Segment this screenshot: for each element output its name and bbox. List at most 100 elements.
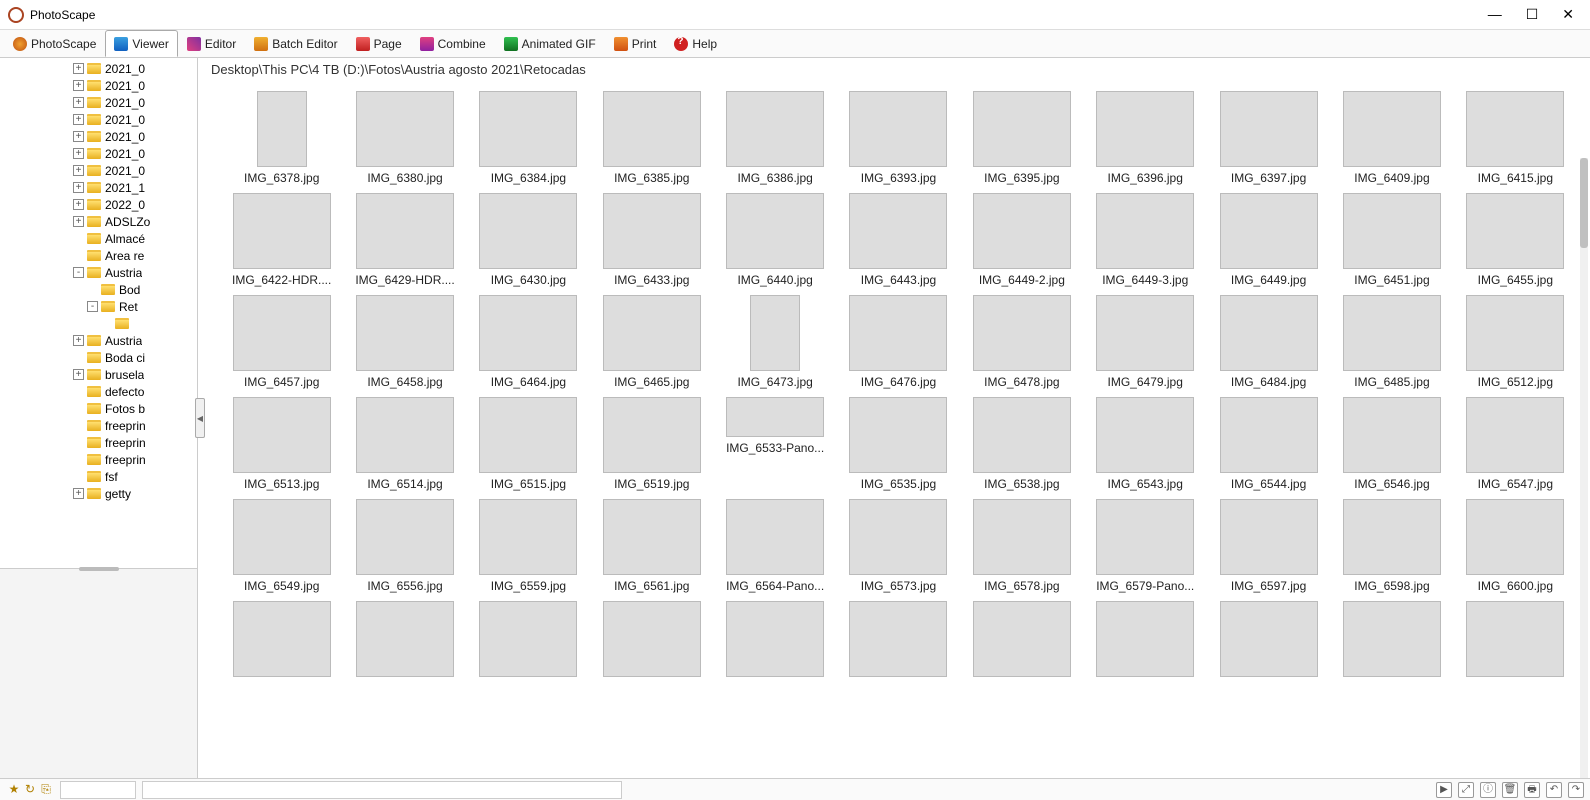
thumbnail[interactable]: IMG_6422-HDR.... [225, 193, 338, 287]
thumbnail[interactable]: IMG_6378.jpg [225, 91, 338, 185]
expand-toggle[interactable]: + [73, 216, 84, 227]
thumbnail[interactable]: IMG_6455.jpg [1459, 193, 1572, 287]
thumbnail[interactable] [965, 601, 1078, 681]
tree-item[interactable]: +Austria [0, 332, 197, 349]
tab-combine[interactable]: Combine [411, 30, 495, 57]
tree-item[interactable]: defecto [0, 383, 197, 400]
thumbnail[interactable] [1335, 601, 1448, 681]
thumbnail[interactable]: IMG_6559.jpg [472, 499, 585, 593]
tab-viewer[interactable]: Viewer [105, 30, 177, 57]
expand-toggle[interactable]: + [73, 80, 84, 91]
tree-item[interactable]: +2021_0 [0, 77, 197, 94]
expand-toggle[interactable]: + [73, 369, 84, 380]
expand-toggle[interactable]: + [73, 199, 84, 210]
tree-item[interactable]: Area re [0, 247, 197, 264]
thumbnail[interactable]: IMG_6457.jpg [225, 295, 338, 389]
thumbnail[interactable]: IMG_6473.jpg [718, 295, 831, 389]
tree-item[interactable]: Boda ci [0, 349, 197, 366]
thumbnail[interactable]: IMG_6429-HDR.... [348, 193, 461, 287]
thumbnail[interactable] [1459, 601, 1572, 681]
tree-item[interactable]: Bod [0, 281, 197, 298]
close-button[interactable]: ✕ [1562, 6, 1574, 23]
expand-toggle[interactable]: + [73, 63, 84, 74]
tree-item[interactable]: +2022_0 [0, 196, 197, 213]
thumbnail[interactable]: IMG_6449.jpg [1212, 193, 1325, 287]
thumbnail[interactable] [472, 601, 585, 681]
tree-item[interactable] [0, 315, 197, 332]
expand-toggle[interactable]: + [73, 488, 84, 499]
tab-page[interactable]: Page [347, 30, 411, 57]
expand-toggle[interactable]: + [73, 165, 84, 176]
thumbnail[interactable] [348, 601, 461, 681]
status-action-6[interactable]: ↷ [1568, 782, 1584, 798]
status-action-3[interactable]: 🗑 [1502, 782, 1518, 798]
thumbnail[interactable]: IMG_6458.jpg [348, 295, 461, 389]
thumbnail[interactable]: IMG_6538.jpg [965, 397, 1078, 491]
thumbnail[interactable]: IMG_6451.jpg [1335, 193, 1448, 287]
thumbnail[interactable]: IMG_6564-Pano... [718, 499, 831, 593]
thumbnail[interactable]: IMG_6514.jpg [348, 397, 461, 491]
thumbnail[interactable]: IMG_6579-Pano... [1089, 499, 1202, 593]
tree-item[interactable]: +2021_0 [0, 111, 197, 128]
tree-item[interactable]: +2021_0 [0, 162, 197, 179]
thumbnail[interactable]: IMG_6464.jpg [472, 295, 585, 389]
thumbnail[interactable]: IMG_6440.jpg [718, 193, 831, 287]
thumbnail[interactable]: IMG_6512.jpg [1459, 295, 1572, 389]
thumbnail[interactable]: IMG_6478.jpg [965, 295, 1078, 389]
thumbnail[interactable] [595, 601, 708, 681]
tree-item[interactable]: Almacé [0, 230, 197, 247]
tree-item[interactable]: +brusela [0, 366, 197, 383]
thumbnail[interactable]: IMG_6476.jpg [842, 295, 955, 389]
status-tool-1[interactable]: ↻ [22, 781, 38, 797]
thumbnail[interactable]: IMG_6396.jpg [1089, 91, 1202, 185]
thumbnail[interactable]: IMG_6544.jpg [1212, 397, 1325, 491]
thumbnail[interactable]: IMG_6484.jpg [1212, 295, 1325, 389]
thumbnail[interactable]: IMG_6395.jpg [965, 91, 1078, 185]
thumbnail[interactable]: IMG_6465.jpg [595, 295, 708, 389]
expand-toggle[interactable]: + [73, 335, 84, 346]
thumbnail[interactable]: IMG_6397.jpg [1212, 91, 1325, 185]
thumbnail[interactable]: IMG_6443.jpg [842, 193, 955, 287]
status-field-2[interactable] [142, 781, 622, 799]
tree-item[interactable]: fsf [0, 468, 197, 485]
thumbnail[interactable] [1212, 601, 1325, 681]
minimize-button[interactable]: — [1488, 6, 1502, 23]
thumbnail[interactable]: IMG_6449-3.jpg [1089, 193, 1202, 287]
tab-help[interactable]: Help [665, 30, 726, 57]
tab-batch-editor[interactable]: Batch Editor [245, 30, 346, 57]
thumbnail[interactable]: IMG_6479.jpg [1089, 295, 1202, 389]
thumbnail[interactable]: IMG_6485.jpg [1335, 295, 1448, 389]
expand-toggle[interactable]: + [73, 97, 84, 108]
tab-print[interactable]: Print [605, 30, 666, 57]
thumbnail[interactable]: IMG_6415.jpg [1459, 91, 1572, 185]
thumbnail[interactable] [842, 601, 955, 681]
expand-toggle[interactable]: + [73, 182, 84, 193]
tree-item[interactable]: +2021_0 [0, 60, 197, 77]
thumbnail[interactable]: IMG_6598.jpg [1335, 499, 1448, 593]
tree-item[interactable]: +getty [0, 485, 197, 502]
expand-toggle[interactable]: - [73, 267, 84, 278]
tree-item[interactable]: Fotos b [0, 400, 197, 417]
thumbnail[interactable]: IMG_6549.jpg [225, 499, 338, 593]
tree-item[interactable]: freeprin [0, 434, 197, 451]
thumbnail[interactable]: IMG_6515.jpg [472, 397, 585, 491]
thumbnail[interactable]: IMG_6597.jpg [1212, 499, 1325, 593]
expand-toggle[interactable]: - [87, 301, 98, 312]
scrollbar-thumb[interactable] [1580, 158, 1588, 248]
maximize-button[interactable]: ☐ [1526, 6, 1539, 23]
thumbnail[interactable]: IMG_6385.jpg [595, 91, 708, 185]
thumbnail[interactable]: IMG_6409.jpg [1335, 91, 1448, 185]
expand-toggle[interactable]: + [73, 148, 84, 159]
thumbnail[interactable]: IMG_6449-2.jpg [965, 193, 1078, 287]
scrollbar-vertical[interactable] [1580, 158, 1588, 778]
tree-item[interactable]: -Austria [0, 264, 197, 281]
status-action-5[interactable]: ↶ [1546, 782, 1562, 798]
thumbnail[interactable] [1089, 601, 1202, 681]
thumbnail[interactable]: IMG_6519.jpg [595, 397, 708, 491]
thumbnail[interactable] [718, 601, 831, 681]
thumbnail[interactable]: IMG_6547.jpg [1459, 397, 1572, 491]
folder-tree[interactable]: +2021_0+2021_0+2021_0+2021_0+2021_0+2021… [0, 58, 197, 568]
thumbnail[interactable]: IMG_6384.jpg [472, 91, 585, 185]
tree-item[interactable]: freeprin [0, 451, 197, 468]
status-tool-0[interactable]: ★ [6, 781, 22, 797]
